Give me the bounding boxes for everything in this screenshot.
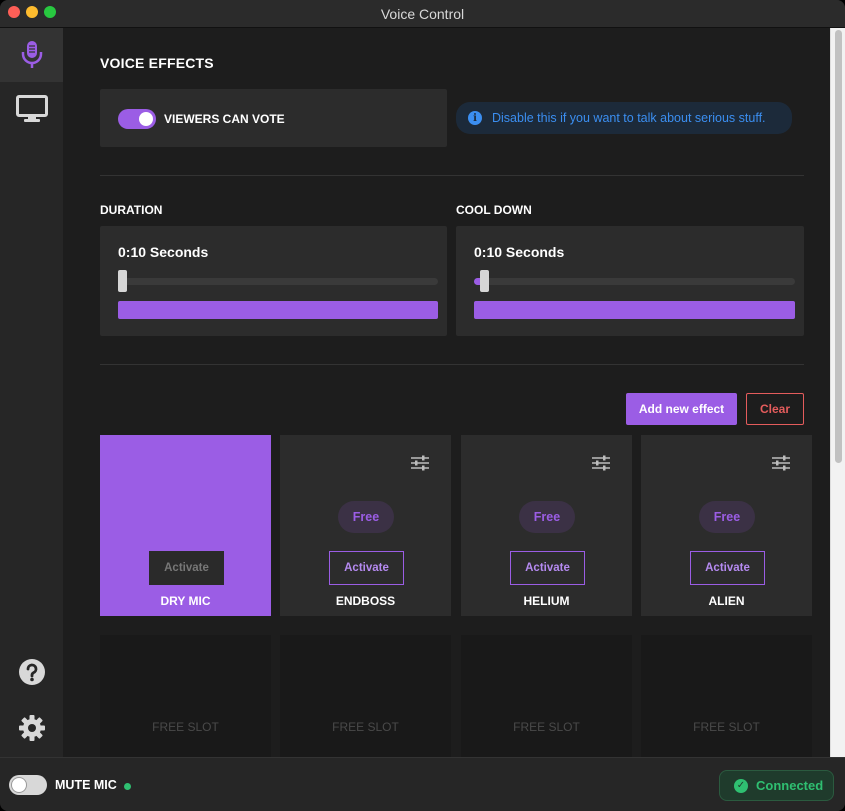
microphone-icon xyxy=(21,41,42,68)
sidebar xyxy=(0,28,63,757)
viewers-can-vote-label: VIEWERS CAN VOTE xyxy=(164,112,285,126)
sliders-icon[interactable] xyxy=(592,455,610,471)
cooldown-label: COOL DOWN xyxy=(456,203,532,217)
gear-icon xyxy=(18,715,45,741)
effect-card-helium[interactable]: Free Activate HELIUM xyxy=(461,435,632,616)
free-slot-label: FREE SLOT xyxy=(693,720,760,734)
free-slot[interactable]: FREE SLOT xyxy=(461,635,632,757)
toggle-knob xyxy=(12,778,26,792)
clear-button[interactable]: Clear xyxy=(746,393,804,425)
effect-card-endboss[interactable]: Free Activate ENDBOSS xyxy=(280,435,451,616)
free-badge: Free xyxy=(699,501,755,533)
mute-mic-label: MUTE MIC xyxy=(55,778,117,792)
effect-name: HELIUM xyxy=(523,594,570,608)
info-notice: i Disable this if you want to talk about… xyxy=(456,102,792,134)
activate-button[interactable]: Activate xyxy=(510,551,585,585)
main-scrollbar[interactable] xyxy=(830,28,845,757)
connection-status-badge: ✓ Connected xyxy=(719,770,834,801)
effect-card-dry-mic[interactable]: Activate DRY MIC xyxy=(100,435,271,616)
cooldown-slider[interactable] xyxy=(474,270,795,292)
connection-status-text: Connected xyxy=(756,778,824,793)
divider xyxy=(100,175,804,176)
free-slot-label: FREE SLOT xyxy=(332,720,399,734)
check-circle-icon: ✓ xyxy=(734,778,748,793)
sliders-icon[interactable] xyxy=(411,455,429,471)
duration-panel: 0:10 Seconds xyxy=(100,226,447,336)
effect-name: ALIEN xyxy=(708,594,745,608)
duration-slider[interactable] xyxy=(118,270,438,292)
help-icon xyxy=(18,659,45,685)
free-slot[interactable]: FREE SLOT xyxy=(280,635,451,757)
free-slot[interactable]: FREE SLOT xyxy=(641,635,812,757)
free-slot[interactable]: FREE SLOT xyxy=(100,635,271,757)
viewers-vote-panel: VIEWERS CAN VOTE xyxy=(100,89,447,147)
info-text: Disable this if you want to talk about s… xyxy=(492,111,766,125)
cooldown-bar xyxy=(474,301,795,319)
activate-button[interactable]: Activate xyxy=(149,551,224,585)
toggle-knob xyxy=(139,112,153,126)
info-icon: i xyxy=(468,111,482,125)
bottom-bar: MUTE MIC ✓ Connected xyxy=(0,757,845,811)
scrollbar-thumb[interactable] xyxy=(835,30,842,463)
cooldown-slider-thumb[interactable] xyxy=(480,270,490,292)
sliders-icon[interactable] xyxy=(772,455,790,471)
title-bar: Voice Control xyxy=(0,0,845,28)
add-new-effect-button[interactable]: Add new effect xyxy=(626,393,737,425)
duration-bar xyxy=(118,301,438,319)
duration-value: 0:10 Seconds xyxy=(118,244,209,260)
sidebar-item-voice[interactable] xyxy=(0,28,63,82)
cooldown-panel: 0:10 Seconds xyxy=(456,226,804,336)
settings-button[interactable] xyxy=(0,701,63,755)
free-slot-label: FREE SLOT xyxy=(152,720,219,734)
activate-button[interactable]: Activate xyxy=(329,551,404,585)
divider xyxy=(100,364,804,365)
sidebar-item-display[interactable] xyxy=(0,82,63,136)
free-badge: Free xyxy=(519,501,575,533)
effect-name: ENDBOSS xyxy=(335,594,396,608)
monitor-icon xyxy=(15,95,48,122)
effect-card-alien[interactable]: Free Activate ALIEN xyxy=(641,435,812,616)
window-title: Voice Control xyxy=(380,6,465,22)
activate-button[interactable]: Activate xyxy=(690,551,765,585)
duration-label: DURATION xyxy=(100,203,163,217)
mic-status-dot xyxy=(124,783,131,790)
free-badge: Free xyxy=(338,501,394,533)
section-title: VOICE EFFECTS xyxy=(100,55,214,71)
main-content: VOICE EFFECTS VIEWERS CAN VOTE i Disable… xyxy=(63,28,830,757)
free-slot-label: FREE SLOT xyxy=(513,720,580,734)
app-window: Voice Control VOICE EFFECTS VIEWERS CAN … xyxy=(0,0,845,811)
cooldown-value: 0:10 Seconds xyxy=(474,244,565,260)
mute-mic-toggle[interactable] xyxy=(9,775,47,795)
viewers-can-vote-toggle[interactable] xyxy=(118,109,156,129)
effect-name: DRY MIC xyxy=(160,594,211,608)
help-button[interactable] xyxy=(0,645,63,699)
duration-slider-thumb[interactable] xyxy=(118,270,127,292)
